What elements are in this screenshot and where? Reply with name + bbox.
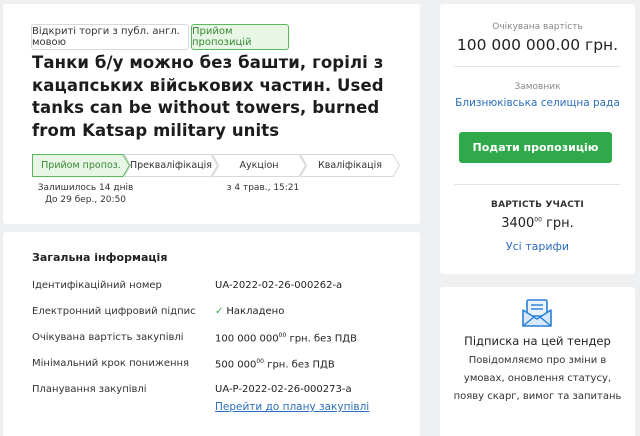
stage-auction[interactable]: Аукціон [212, 154, 306, 177]
expected-price-value: 100 000 000.00 грн. [456, 36, 619, 54]
plan-id-value: UA-P-2022-02-26-000273-a [215, 384, 352, 395]
subscription-card: Підписка на цей тендер Повідомляємо про … [440, 287, 635, 436]
divider [454, 184, 620, 185]
info-label-signature: Електронний цифровий підпис [32, 306, 196, 317]
amount-cents: 00 [256, 358, 264, 365]
amount-main: 100 000 000 [215, 333, 279, 345]
tender-header-card: Відкриті торги з публ. англ. мовою Прийо… [3, 4, 420, 224]
info-label-expected-cost: Очікувана вартість закупівлі [32, 332, 184, 343]
signature-status: Накладено [226, 306, 285, 317]
price-sidebar-card: Очікувана вартість 100 000 000.00 грн. З… [440, 4, 635, 274]
amount-cents: 00 [278, 332, 287, 339]
plan-link[interactable]: Перейти до плану закупівлі [215, 401, 369, 413]
participation-fee-value: 340000 грн. [440, 216, 635, 231]
tender-id-value: UA-2022-02-26-000262-a [215, 280, 343, 291]
stage-time-remaining: Залишилось 14 днів До 29 бер., 20:50 [33, 182, 138, 206]
mail-icon[interactable] [521, 298, 553, 328]
amount-main: 500 000 [215, 359, 257, 371]
stage-label: Прекваліфікація [129, 160, 213, 171]
all-tariffs-link[interactable]: Усі тарифи [440, 240, 635, 253]
page-title: Танки б/у можно без башти, горілі з каца… [32, 53, 384, 140]
submit-proposal-button[interactable]: Подати пропозицію [459, 132, 612, 163]
stage-qualification[interactable]: Кваліфікація [300, 154, 400, 177]
section-heading: Загальна інформація [32, 251, 168, 264]
status-badge: Прийом пропозицій [191, 24, 289, 50]
deadline-date: До 29 бер., 20:50 [44, 195, 127, 205]
fee-cents: 00 [534, 216, 542, 224]
info-label-planning: Планування закупівлі [32, 384, 147, 395]
procedure-type-tag: Відкриті торги з публ. англ. мовою [31, 24, 189, 50]
amount-suffix: грн. без ПДВ [289, 333, 357, 345]
general-info-card: Загальна інформація Ідентифікаційний ном… [3, 232, 420, 436]
expected-cost-value: 100 000 00000 грн. без ПДВ [215, 332, 357, 344]
fee-suffix: грн. [546, 216, 574, 231]
signature-value: ✓ Накладено [215, 306, 284, 317]
auction-date: з 4 трав., 15:21 [226, 183, 300, 193]
stage-label: Кваліфікація [317, 160, 383, 171]
subscription-description: Повідомляємо про зміни в умовах, оновлен… [453, 355, 622, 402]
customer-link[interactable]: Близнюківська селищна рада [440, 97, 635, 109]
stage-progress: Прийом пропоз. Прекваліфікація Аукціон К… [32, 154, 402, 177]
stage-label: Аукціон [239, 160, 279, 171]
stage-label: Прийом пропоз. [41, 160, 121, 171]
stage-bid-acceptance[interactable]: Прийом пропоз. [32, 154, 130, 177]
subscription-title: Підписка на цей тендер [464, 334, 611, 348]
participation-fee-label: ВАРТІСТЬ УЧАСТІ [491, 200, 584, 210]
remaining-days: Залишилось 14 днів [37, 183, 134, 193]
info-label-id: Ідентифікаційний номер [32, 280, 162, 291]
check-icon: ✓ [215, 306, 224, 317]
stage-prequalification[interactable]: Прекваліфікація [124, 154, 218, 177]
info-label-min-step: Мінімальний крок пониження [32, 358, 190, 369]
divider [454, 66, 620, 67]
fee-main: 3400 [501, 216, 535, 231]
amount-suffix: грн. без ПДВ [267, 359, 335, 371]
expected-price-label: Очікувана вартість [492, 22, 583, 32]
customer-label: Замовник [514, 82, 561, 92]
min-step-value: 500 00000 грн. без ПДВ [215, 358, 335, 370]
